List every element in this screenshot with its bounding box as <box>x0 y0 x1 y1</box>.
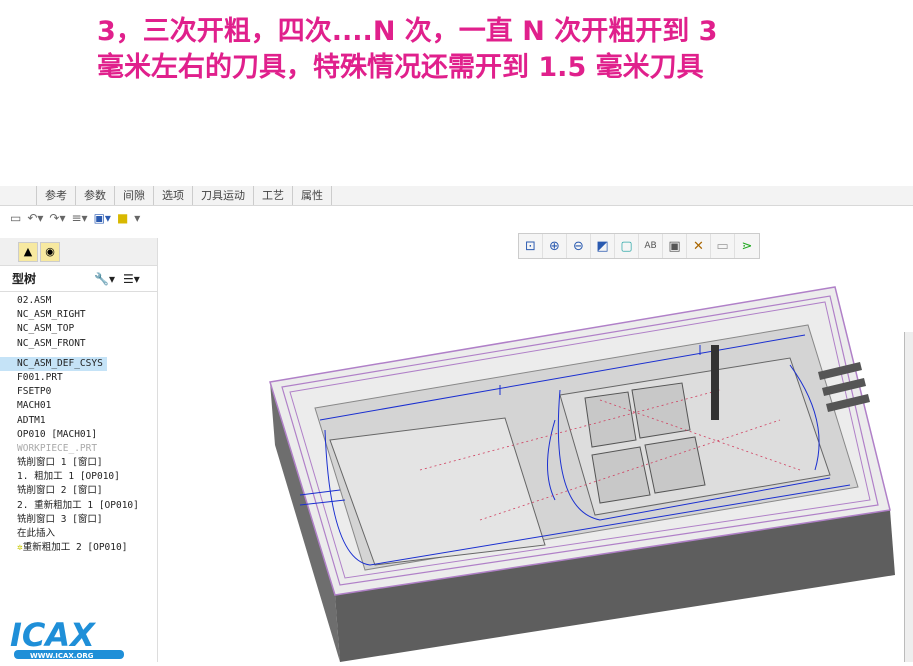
3d-model-viewport[interactable] <box>0 0 913 662</box>
svg-text:ICAX: ICAX <box>10 616 96 654</box>
icax-logo: ICAX WWW.ICAX.ORG <box>8 612 133 666</box>
cutter-tool <box>711 345 719 420</box>
svg-text:WWW.ICAX.ORG: WWW.ICAX.ORG <box>30 652 94 660</box>
